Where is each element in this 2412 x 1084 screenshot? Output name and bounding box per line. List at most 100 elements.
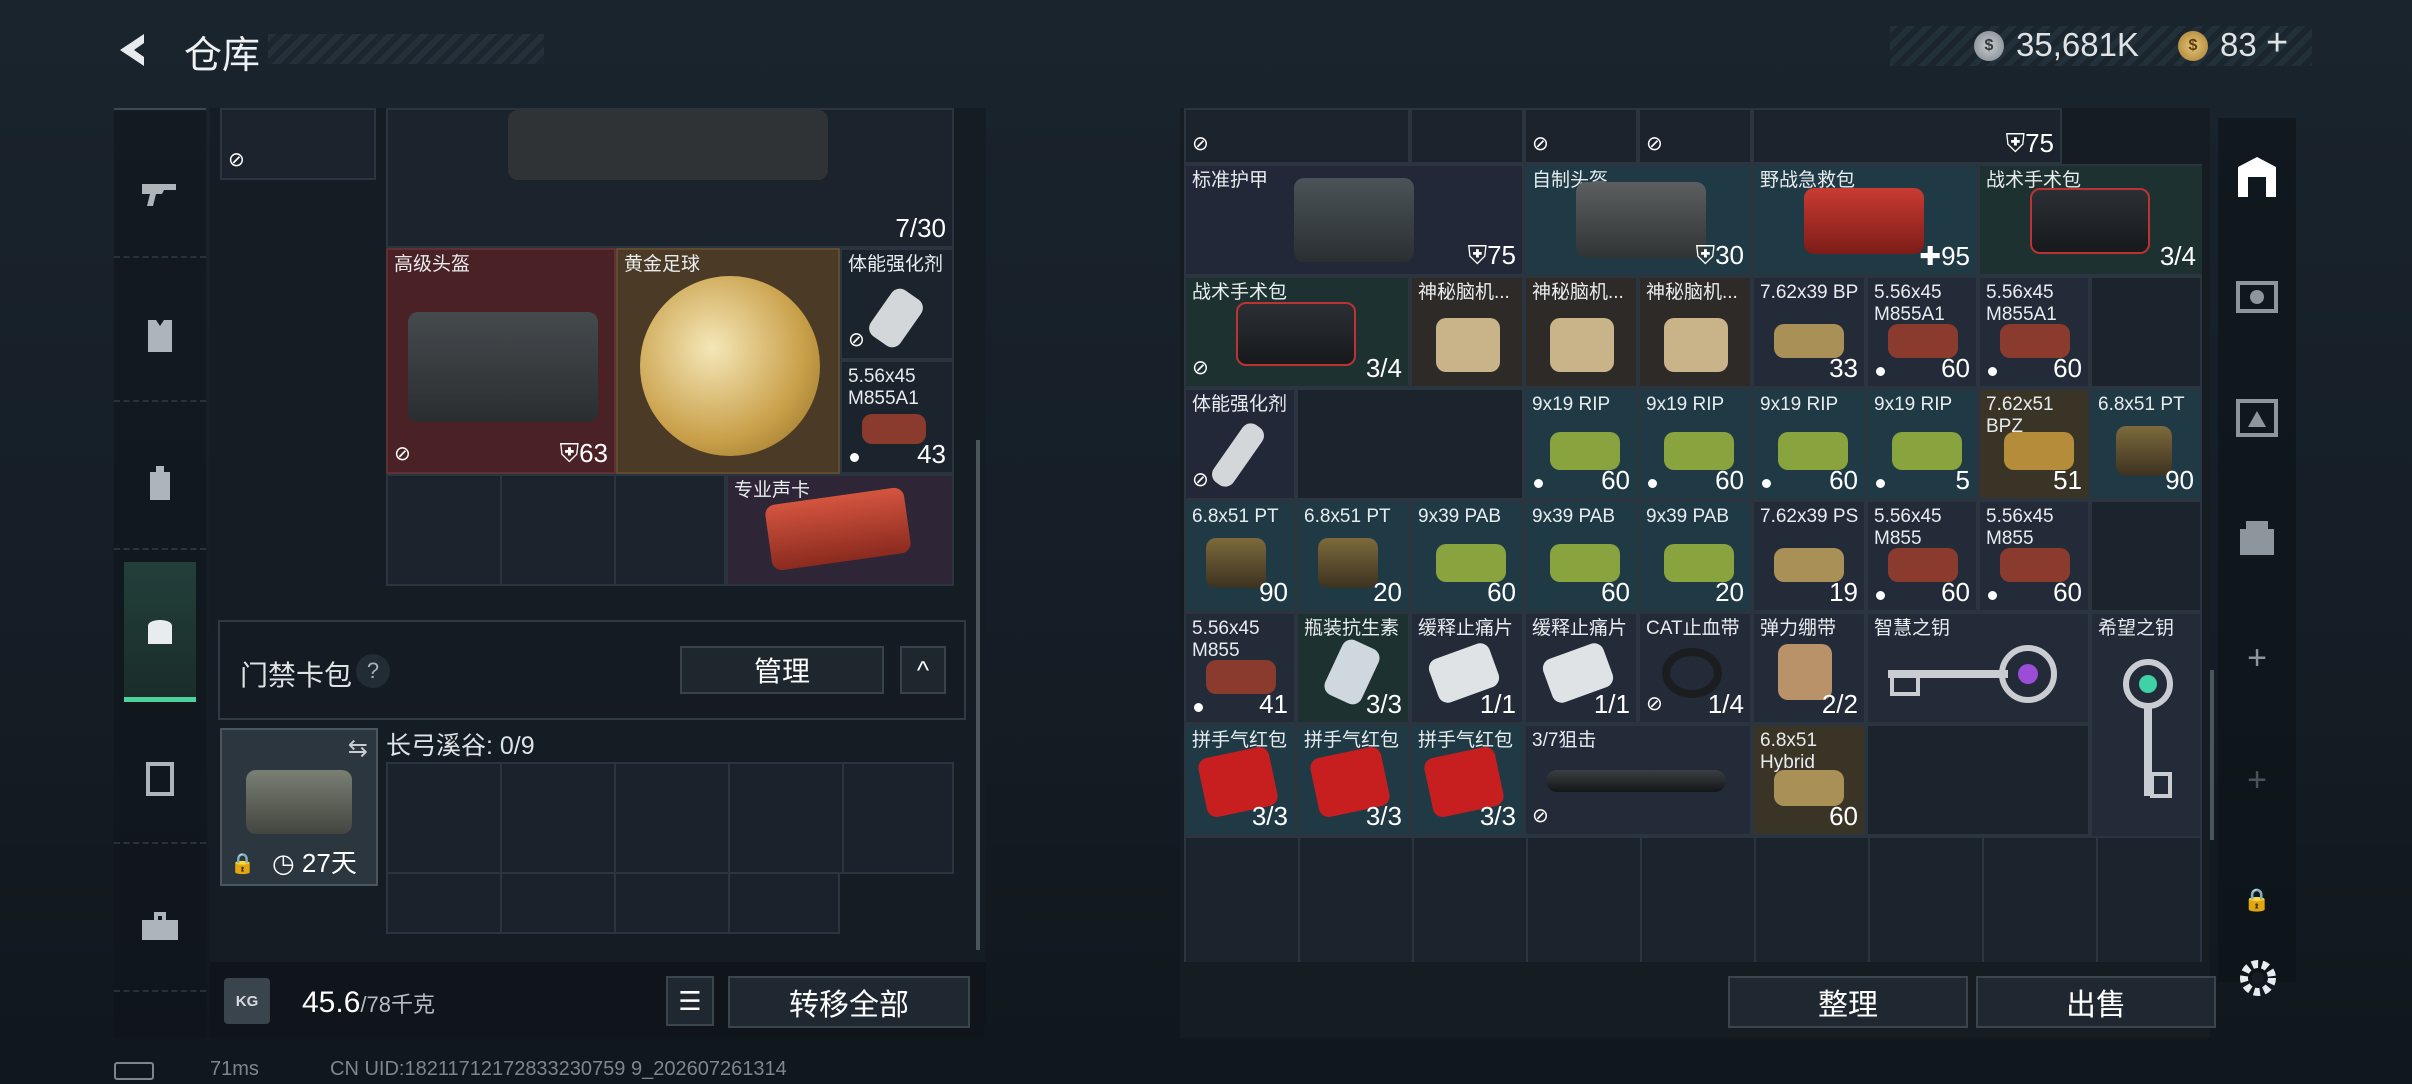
back-arrow-icon[interactable] <box>112 30 156 70</box>
item-slot-backpack-partial[interactable]: ⊘ <box>220 108 376 180</box>
stash-item-bandage[interactable]: 弹力绷带 2/2 <box>1752 612 1866 724</box>
map-icon <box>2236 399 2278 437</box>
stash-item-ammo[interactable]: 9x39 PAB 60 <box>1410 500 1524 612</box>
item-stimulant[interactable]: 体能强化剂 ⊘ <box>840 248 954 360</box>
sell-button[interactable]: 出售 <box>1976 976 2216 1028</box>
page-title: 仓库 <box>184 35 261 77</box>
manage-button[interactable]: 管理 <box>680 646 884 694</box>
stash-item[interactable]: ⛨75 <box>1752 108 2062 164</box>
stash-item-stimulant[interactable]: 体能强化剂 ⊘ <box>1184 388 1296 500</box>
nav-gun[interactable] <box>114 128 206 258</box>
item-value: 60 <box>1601 465 1630 495</box>
item-value: 75 <box>2025 128 2054 158</box>
stash-item-brain-chip[interactable]: 神秘脑机... <box>1410 276 1524 388</box>
stash-item-ammo[interactable]: 6.8x51 PT 20 <box>1296 500 1410 612</box>
stash-item-ammo[interactable]: 9x19 RIP 5 <box>1866 388 1978 500</box>
item-label: 希望之钥 <box>2098 618 2175 639</box>
nav-case[interactable] <box>114 714 206 844</box>
stash-item-antibiotics[interactable]: 瓶装抗生素 3/3 <box>1296 612 1410 724</box>
stash-item-ammo[interactable]: 7.62x51 BPZ 51 <box>1978 388 2090 500</box>
stash-item-painkiller[interactable]: 缓释止痛片 1/1 <box>1524 612 1638 724</box>
stash-item-ammo[interactable]: 6.8x51 Hybrid 60 <box>1752 724 1866 836</box>
stash-item-red-packet[interactable]: 拼手气红包 3/3 <box>1296 724 1410 836</box>
stash-item-ammo[interactable]: 5.56x45 M855A1 60 <box>1866 276 1978 388</box>
stash-item-ammo[interactable]: 9x39 PAB 60 <box>1524 500 1638 612</box>
sort-button[interactable]: 整理 <box>1728 976 1968 1028</box>
tab-camera[interactable] <box>2218 258 2296 334</box>
right-scrollbar[interactable] <box>2210 670 2214 840</box>
nav-backpack[interactable] <box>114 420 206 550</box>
stash-item-wisdom-key[interactable]: 智慧之钥 <box>1866 612 2090 724</box>
nav-vest[interactable] <box>114 272 206 402</box>
stash-item-ammo[interactable]: 9x19 RIP 60 <box>1638 388 1752 500</box>
stash-empty <box>1866 724 2090 836</box>
ammo-box-image <box>2116 426 2172 476</box>
stash-item-ammo[interactable]: 5.56x45 M855A1 60 <box>1978 276 2090 388</box>
stash-item-ammo[interactable]: 9x19 RIP 60 <box>1524 388 1638 500</box>
swap-icon[interactable]: ⇆ <box>348 734 368 763</box>
stash-item-brain-chip[interactable]: 神秘脑机... <box>1638 276 1752 388</box>
gear-icon[interactable] <box>2236 956 2280 1000</box>
item-label: CAT止血带 <box>1646 618 1740 639</box>
stash-item-ammo[interactable]: 5.56x45 M855 60 <box>1866 500 1978 612</box>
nav-toolbox[interactable] <box>114 862 206 992</box>
unlock-icon: ⊘ <box>1646 133 1663 155</box>
stash-item-ammo[interactable]: 9x39 PAB 20 <box>1638 500 1752 612</box>
item-label: 神秘脑机... <box>1532 282 1624 303</box>
lock-button[interactable]: 🔒 <box>2218 880 2296 920</box>
item-value: 33 <box>1829 353 1858 383</box>
item-sound-card[interactable]: 专业声卡 <box>726 474 954 586</box>
stash-item-ammo[interactable]: 6.8x51 PT 90 <box>2090 388 2202 500</box>
chip-image <box>1550 318 1614 372</box>
tab-storage[interactable] <box>2218 140 2296 216</box>
card-slots-grid-row2[interactable] <box>386 874 840 934</box>
item-helmet[interactable]: 高级头盔 ⊘ ⛨63 <box>386 248 616 474</box>
stash-item-surgery-kit[interactable]: 战术手术包 3/4 <box>1978 164 2202 276</box>
add-currency-button[interactable]: + <box>2266 22 2288 65</box>
transfer-all-button[interactable]: 转移全部 <box>728 976 970 1028</box>
stash-item-surgery-kit[interactable]: 战术手术包 ⊘ 3/4 <box>1184 276 1410 388</box>
weight-value: 45.6 <box>302 986 361 1019</box>
item-label: 6.8x51 PT <box>1304 506 1391 527</box>
stash-item[interactable]: ⊘ <box>1184 108 1410 164</box>
help-icon[interactable]: ? <box>356 654 390 688</box>
weapon-slot[interactable]: 7/30 <box>386 108 954 248</box>
stash-item-helmet[interactable]: 自制头盔 ⛨30 <box>1524 164 1752 276</box>
item-label: 5.56x45 M855A1 <box>1986 282 2057 325</box>
stash-item[interactable] <box>1410 108 1524 164</box>
left-scrollbar[interactable] <box>976 440 980 950</box>
card-pack-slot[interactable]: ⇆ 🔒 ◷ 27天 <box>220 728 378 886</box>
stash-item-scope[interactable]: 3/7狙击 ⊘ <box>1524 724 1752 836</box>
stash-item-tourniquet[interactable]: CAT止血带 ⊘ 1/4 <box>1638 612 1752 724</box>
stash-item-medkit[interactable]: 野战急救包 ✚95 <box>1752 164 1978 276</box>
tab-box[interactable] <box>2218 500 2296 576</box>
collapse-button[interactable]: ^ <box>900 646 946 694</box>
stash-item-ammo[interactable]: 5.56x45 M855 60 <box>1978 500 2090 612</box>
stash-item-painkiller[interactable]: 缓释止痛片 1/1 <box>1410 612 1524 724</box>
add-tab-button[interactable]: + <box>2218 628 2296 688</box>
stash-item-armor[interactable]: 标准护甲 ⛨75 <box>1184 164 1524 276</box>
medkit-image <box>1804 188 1924 254</box>
item-label: 拼手气红包 <box>1192 730 1288 751</box>
tab-map[interactable] <box>2218 380 2296 456</box>
stash-item-ammo[interactable]: 9x19 RIP 60 <box>1752 388 1866 500</box>
item-label: 瓶装抗生素 <box>1304 618 1400 639</box>
stash-item-ammo[interactable]: 7.62x39 PS 19 <box>1752 500 1866 612</box>
stash-item-red-packet[interactable]: 拼手气红包 3/3 <box>1184 724 1296 836</box>
vest-icon <box>148 320 172 352</box>
stash-empty-row <box>1184 836 2202 962</box>
stash-item-ammo[interactable]: 5.56x45 M855 41 <box>1184 612 1296 724</box>
stash-item-hope-key[interactable]: 希望之钥 <box>2090 612 2202 838</box>
stash-item[interactable]: ⊘ <box>1524 108 1638 164</box>
case-icon <box>146 762 174 796</box>
stash-item-brain-chip[interactable]: 神秘脑机... <box>1524 276 1638 388</box>
list-view-button[interactable]: ☰ <box>666 976 714 1026</box>
stash-item-ammo[interactable]: 7.62x39 BP 33 <box>1752 276 1866 388</box>
stash-item-red-packet[interactable]: 拼手气红包 3/3 <box>1410 724 1524 836</box>
card-slots-grid[interactable] <box>386 762 954 874</box>
stash-item[interactable]: ⊘ <box>1638 108 1752 164</box>
nav-bag[interactable] <box>124 562 196 702</box>
item-ammo-m855a1[interactable]: 5.56x45 M855A1 43 <box>840 360 954 474</box>
stash-item-ammo[interactable]: 6.8x51 PT 90 <box>1184 500 1296 612</box>
item-gold-ball[interactable]: 黄金足球 <box>616 248 840 474</box>
